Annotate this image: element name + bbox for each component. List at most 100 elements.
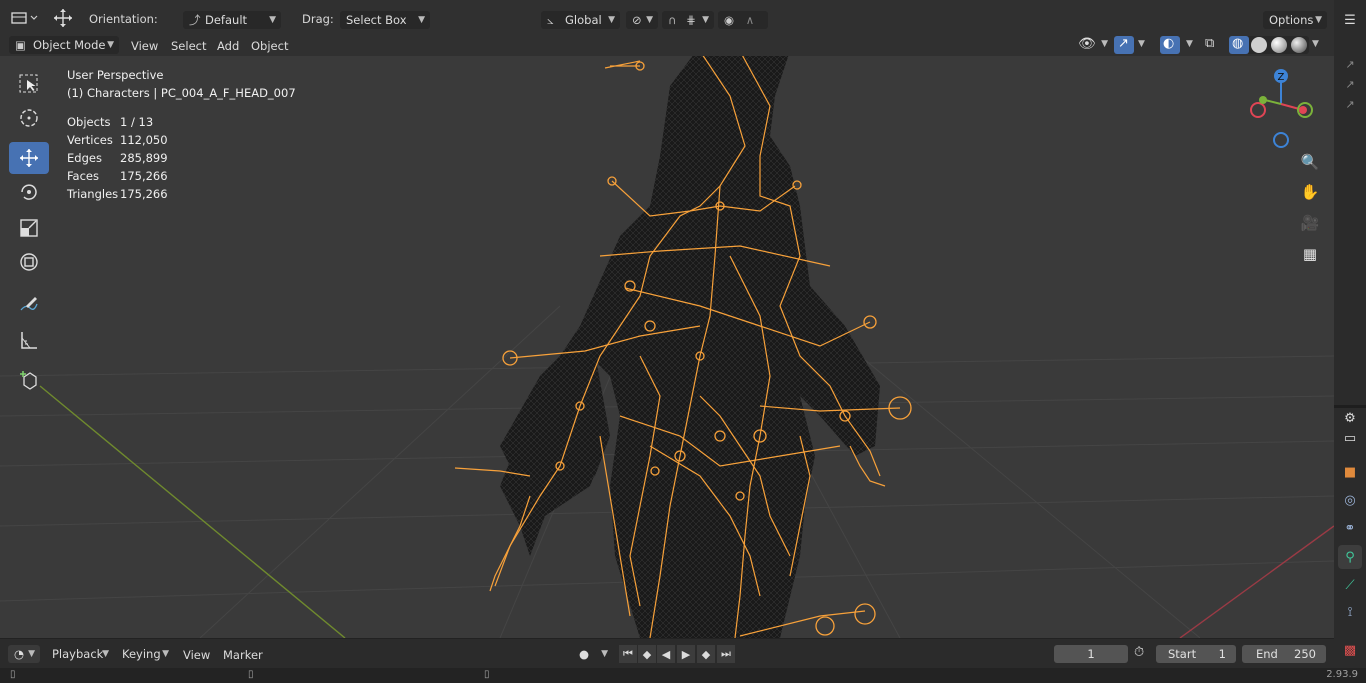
measure-tool[interactable] xyxy=(9,324,49,356)
start-value: 1 xyxy=(1218,647,1226,661)
jump-end-icon: ⏭ xyxy=(721,647,731,660)
select-menu[interactable]: Select xyxy=(171,38,206,54)
cursor-tool[interactable] xyxy=(9,102,49,134)
ortho-toggle-button[interactable]: ▦ xyxy=(1297,241,1323,267)
move-arrows-icon xyxy=(20,149,38,167)
annotate-tool[interactable] xyxy=(9,288,49,320)
move-tool-icon[interactable] xyxy=(50,7,76,29)
constraints-tab[interactable]: ⚭ xyxy=(1338,516,1362,540)
camera-view-button[interactable]: 🎥 xyxy=(1297,210,1323,236)
play-reverse-button[interactable]: ◀ xyxy=(657,645,675,663)
marker-menu[interactable]: Marker xyxy=(223,647,263,663)
play-button[interactable]: ▶ xyxy=(677,645,695,663)
pivot-point-dropdown[interactable]: ⊘ ▼ xyxy=(626,11,658,29)
chevron-down-icon[interactable]: ▼ xyxy=(1186,39,1193,49)
current-frame-field[interactable]: 1 xyxy=(1054,645,1128,663)
falloff-curve-icon: ∧ xyxy=(745,13,755,27)
xray-toggle[interactable]: ⧉ xyxy=(1205,36,1223,54)
keying-menu[interactable]: Keying ▼ xyxy=(116,645,174,663)
chevron-down-icon: ▼ xyxy=(418,15,425,25)
bone-tab[interactable]: ⟋ xyxy=(1338,573,1362,597)
proportional-editing-group[interactable]: ◉ ∧ xyxy=(718,11,768,29)
3d-viewport[interactable]: User Perspective (1) Characters | PC_004… xyxy=(0,56,1334,638)
object-mode-icon: ▣ xyxy=(15,38,26,52)
jump-end-button[interactable]: ⏭ xyxy=(717,645,735,663)
pan-button[interactable]: ✋ xyxy=(1297,179,1323,205)
object-data-armature-tab[interactable]: ⚲ xyxy=(1338,545,1362,569)
neg-z-axis-handle[interactable] xyxy=(1273,132,1289,148)
drag-value: Select Box xyxy=(346,13,407,27)
visibility-dropdown[interactable]: 👁 ▼ xyxy=(1078,36,1108,54)
overlays-icon: ◐ xyxy=(1163,36,1175,51)
neg-x-axis-handle[interactable] xyxy=(1250,102,1266,118)
cursor-icon xyxy=(20,109,38,127)
chevron-down-icon: ▼ xyxy=(601,649,608,659)
add-cube-tool[interactable] xyxy=(9,364,49,396)
wireframe-shading-button[interactable]: ◍ xyxy=(1229,36,1249,54)
chevron-down-icon[interactable]: ▼ xyxy=(1312,39,1319,49)
restrict-select-icon[interactable]: ↗ xyxy=(1338,92,1362,116)
stopwatch-icon: ⏱ xyxy=(1134,645,1145,660)
orientation-value: Default xyxy=(205,13,248,27)
neg-y-axis-handle[interactable] xyxy=(1259,96,1267,104)
preview-range-toggle[interactable]: ⏱ xyxy=(1134,645,1152,663)
viewport-header: ▣ Object Mode ▼ View Select Add Object 👁 … xyxy=(0,34,1334,56)
transform-tool[interactable] xyxy=(9,246,49,278)
editor-type-button[interactable] xyxy=(10,9,40,27)
rotate-tool[interactable] xyxy=(9,176,49,208)
scale-icon xyxy=(20,219,38,237)
stat-value: 112,050 xyxy=(120,133,168,147)
end-frame-field[interactable]: End 250 xyxy=(1242,645,1326,663)
render-tab[interactable]: ▭ xyxy=(1338,426,1362,450)
eye-icon: 👁 xyxy=(1078,36,1096,52)
orientation-dropdown[interactable]: ⤴ Default ▼ xyxy=(183,11,281,29)
viewport-canvas xyxy=(0,56,1334,638)
scale-tool[interactable] xyxy=(9,212,49,244)
prev-keyframe-button[interactable]: ◆ xyxy=(638,645,656,663)
zoom-button[interactable]: 🔍 xyxy=(1297,149,1323,175)
object-menu[interactable]: Object xyxy=(251,38,288,54)
gizmo-icon: ↗ xyxy=(1118,36,1129,51)
perspective-label: User Perspective xyxy=(67,68,164,82)
stat-key: Triangles xyxy=(67,187,119,201)
mode-dropdown[interactable]: ▣ Object Mode ▼ xyxy=(9,36,119,54)
object-tab[interactable]: ■ xyxy=(1338,460,1362,484)
transform-space-value: Global xyxy=(565,13,602,27)
rendered-shading-button[interactable] xyxy=(1291,37,1307,53)
transform-orientation-dropdown[interactable]: ⦣ Global ▼ xyxy=(541,11,620,29)
start-label: Start xyxy=(1168,647,1197,661)
auto-keying-toggle[interactable]: ● ▼ xyxy=(573,645,613,663)
orientation-icon: ⤴ xyxy=(189,13,201,27)
next-keyframe-button[interactable]: ◆ xyxy=(697,645,715,663)
timeline-view-menu[interactable]: View xyxy=(183,647,210,663)
move-tool[interactable] xyxy=(9,142,49,174)
timeline-editor-type[interactable]: ◔ ▼ xyxy=(8,645,40,663)
x-axis-handle[interactable] xyxy=(1299,106,1307,114)
playback-menu[interactable]: Playback ▼ xyxy=(46,645,114,663)
gizmo-toggle[interactable]: ↗ xyxy=(1114,36,1134,54)
outliner-header-icon[interactable]: ☰ xyxy=(1338,8,1362,32)
physics-tab[interactable]: ◎ xyxy=(1338,488,1362,512)
chevron-down-icon: ▼ xyxy=(28,649,35,659)
drag-dropdown[interactable]: Select Box ▼ xyxy=(340,11,430,29)
jump-start-button[interactable]: ⏮ xyxy=(619,645,637,663)
navigation-gizmo[interactable]: Z xyxy=(1240,64,1320,154)
snapping-group[interactable]: ∩ ⋕ ▼ xyxy=(662,11,714,29)
options-dropdown[interactable]: Options ▼ xyxy=(1263,11,1327,29)
clock-icon: ◔ xyxy=(14,647,25,661)
overlays-toggle[interactable]: ◐ xyxy=(1160,36,1180,54)
solid-shading-button[interactable] xyxy=(1251,37,1267,53)
bone-constraints-tab[interactable]: ⟟ xyxy=(1338,600,1362,624)
mouse-middle-icon: ▯ xyxy=(248,669,254,680)
texture-tab[interactable]: ▩ xyxy=(1338,638,1362,662)
start-frame-field[interactable]: Start 1 xyxy=(1156,645,1236,663)
material-preview-button[interactable] xyxy=(1271,37,1287,53)
prev-keyframe-icon: ◆ xyxy=(642,647,652,661)
chevron-down-icon[interactable]: ▼ xyxy=(1138,39,1145,49)
view-menu[interactable]: View xyxy=(131,38,158,54)
chevron-down-icon: ▼ xyxy=(702,15,709,25)
select-box-tool[interactable] xyxy=(9,68,49,100)
play-icon: ▶ xyxy=(681,647,691,661)
chevron-down-icon: ▼ xyxy=(162,649,169,659)
add-menu[interactable]: Add xyxy=(217,38,239,54)
